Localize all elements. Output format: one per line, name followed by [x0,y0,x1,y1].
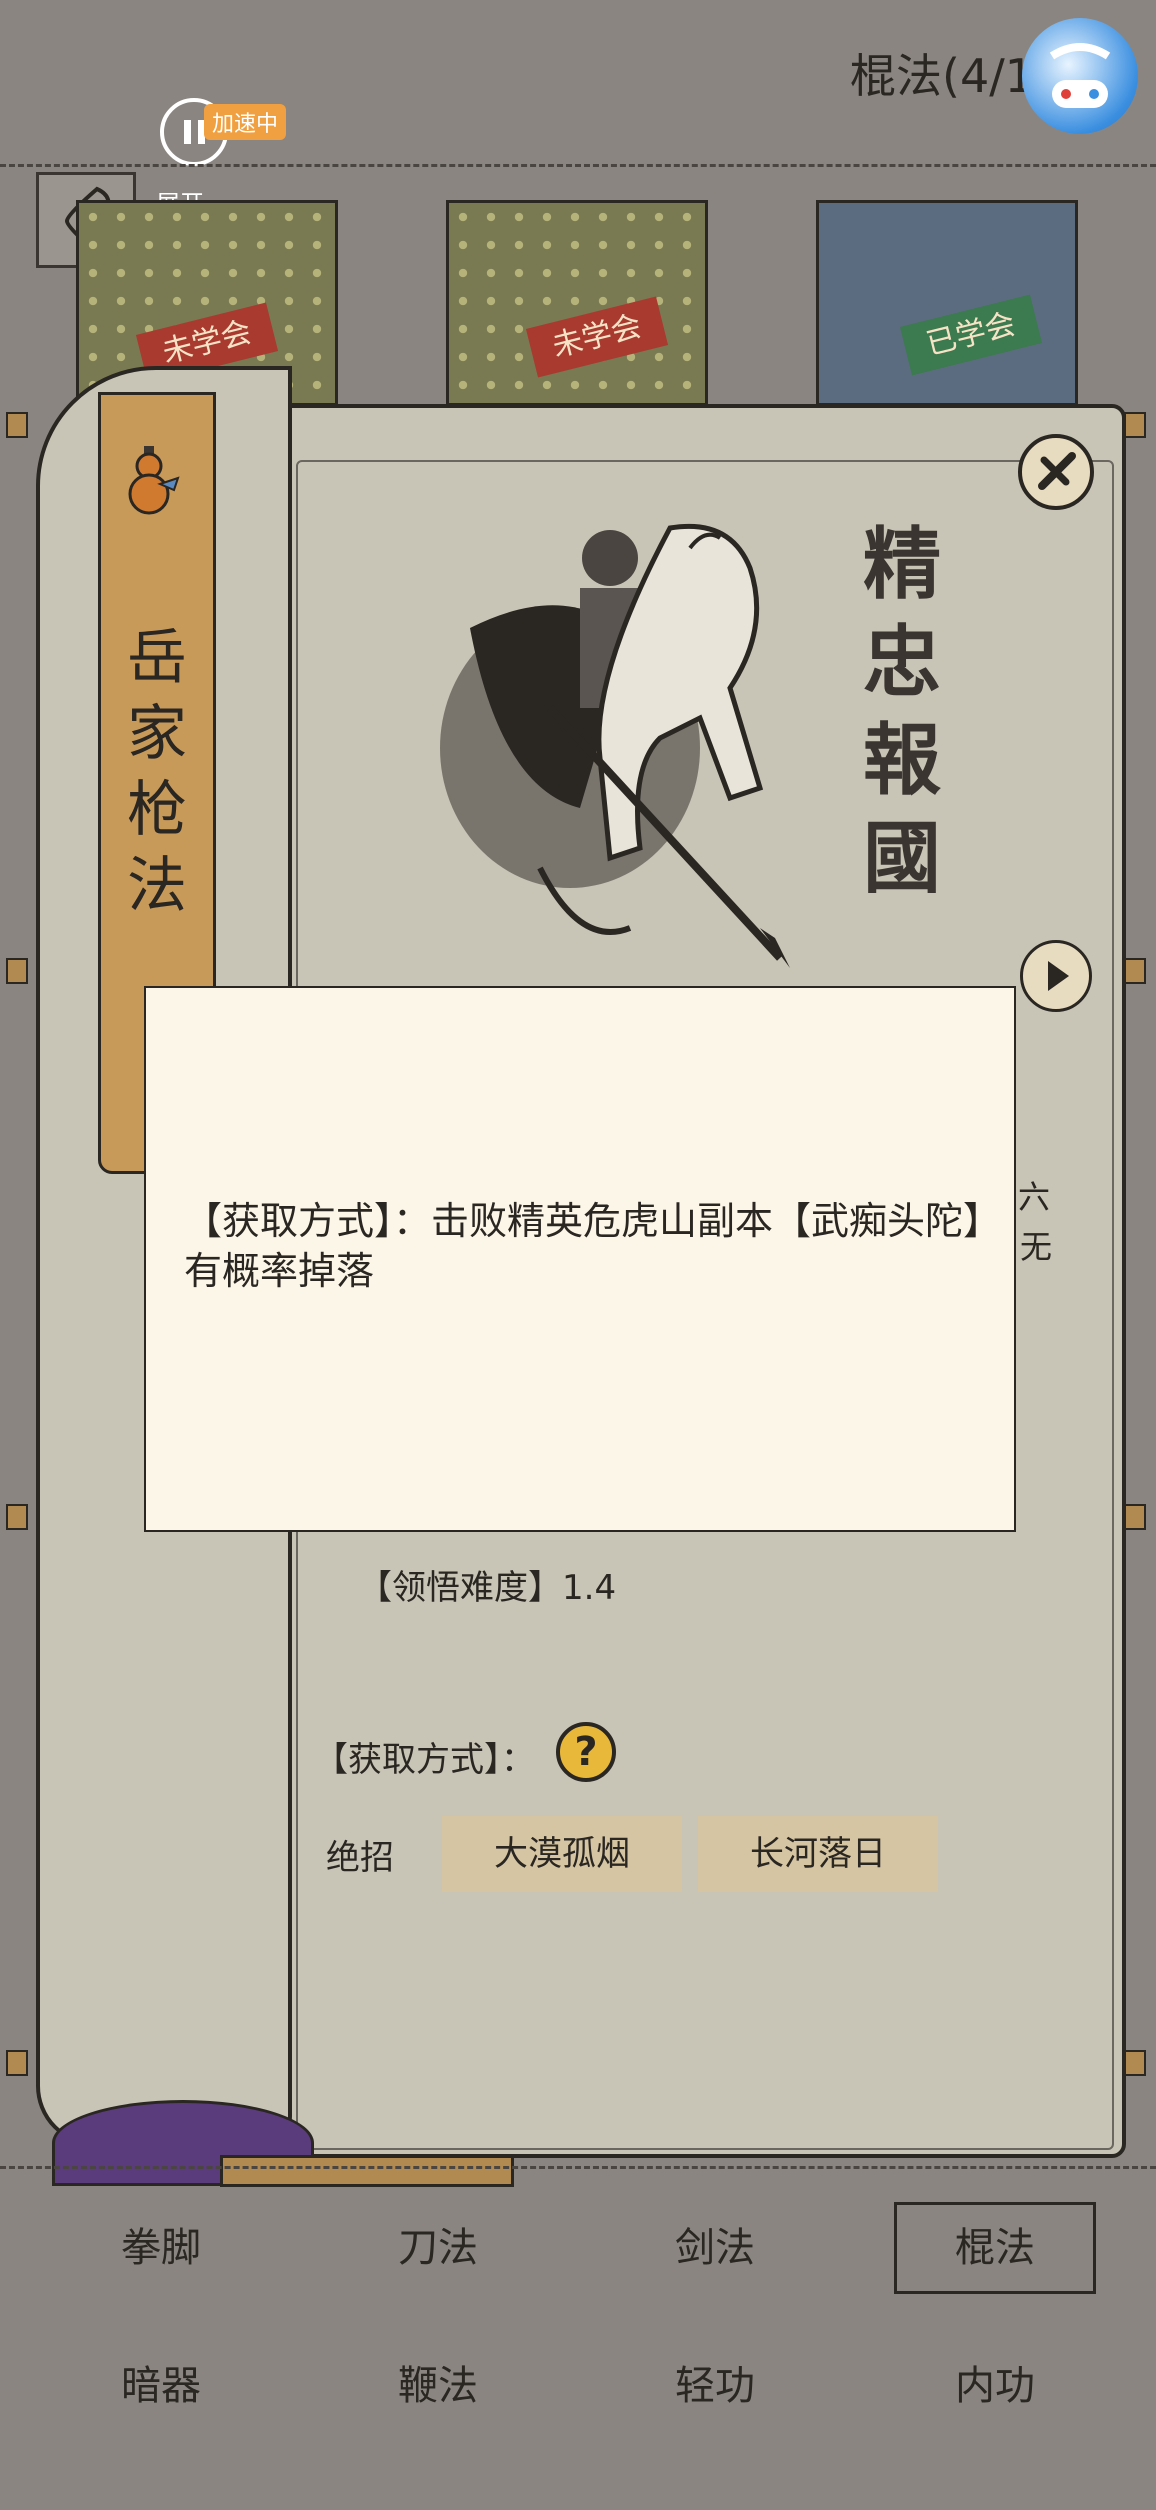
difficulty-label: 【领悟难度】1.4 [358,1568,617,1608]
tab-gunfa[interactable]: 棍法 [894,2202,1096,2294]
divider [0,164,1156,167]
scroll-peg [6,958,28,984]
scroll-rod [220,2155,514,2187]
scroll-peg [6,2050,28,2076]
ultimate-label: 绝招 [326,1838,394,1878]
stat-fragment: 六 [1018,1178,1051,1216]
gourd-icon [118,444,180,516]
acquire-label: 【获取方式】： [314,1740,535,1780]
speed-badge: 加速中 [204,104,287,140]
tab-neigong[interactable]: 内功 [880,2346,1110,2426]
scroll-peg [1124,1504,1146,1530]
help-icon[interactable]: ? [556,1722,616,1782]
tab-bianfa[interactable]: 鞭法 [323,2346,553,2426]
close-button[interactable] [1018,434,1094,510]
ultimate-button[interactable]: 长河落日 [698,1816,938,1892]
warrior-illustration [430,488,850,982]
app-icon[interactable] [1022,18,1138,134]
next-button[interactable] [1020,940,1092,1012]
skill-name: 岳家枪法 [127,623,187,921]
tab-qinggong[interactable]: 轻功 [600,2346,830,2426]
tab-anqi[interactable]: 暗器 [46,2346,276,2426]
acquisition-popup[interactable]: 【获取方式】：击败精英危虎山副本【武痴头陀】有概率掉落 [144,986,1016,1532]
tab-jianfa[interactable]: 剑法 [600,2208,830,2288]
skill-card[interactable] [816,200,1078,406]
divider [0,2166,1156,2169]
scroll-peg [1124,412,1146,438]
category-title: 棍法(4/1 [850,49,1034,103]
skill-card[interactable] [446,200,708,406]
play-icon [1048,961,1069,991]
ultimate-button[interactable]: 大漠孤烟 [442,1816,682,1892]
close-icon [1038,452,1076,490]
popup-text: 【获取方式】：击败精英危虎山副本【武痴头陀】有概率掉落 [184,1199,983,1293]
skill-motto: 精忠報國 [862,519,941,904]
tab-quanjiao[interactable]: 拳脚 [46,2208,276,2288]
scroll-peg [1124,2050,1146,2076]
scroll-peg [1124,958,1146,984]
scroll-peg [6,412,28,438]
scroll-peg [6,1504,28,1530]
stat-fragment: 无 [1020,1228,1053,1266]
tab-daofa[interactable]: 刀法 [323,2208,553,2288]
